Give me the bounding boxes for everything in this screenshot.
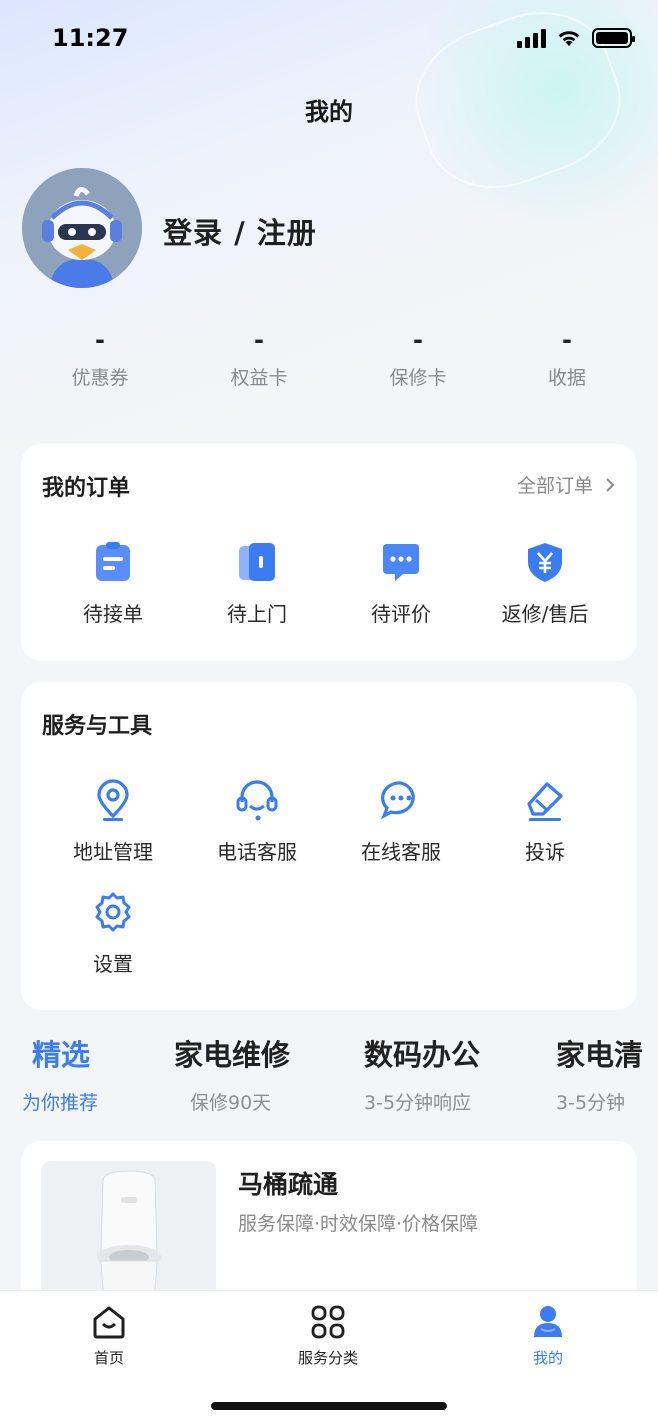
category-name: 家电清 — [556, 1038, 644, 1072]
nav-home[interactable]: 首页 — [49, 1303, 169, 1368]
nav-mine[interactable]: 我的 — [488, 1303, 608, 1368]
order-after-sales[interactable]: 返修/售后 — [475, 540, 615, 627]
nav-label: 服务分类 — [297, 1349, 358, 1367]
chevron-right-icon — [606, 477, 615, 492]
chat-bubble-icon — [383, 544, 419, 581]
product-title: 马桶疏通 — [238, 1170, 339, 1199]
stat-value: - — [413, 326, 423, 354]
order-pending-accept[interactable]: 待接单 — [43, 540, 183, 627]
service-complaint[interactable]: 投诉 — [475, 778, 615, 865]
nav-label: 我的 — [532, 1349, 563, 1367]
services-title: 服务与工具 — [42, 714, 153, 739]
category-name: 家电维修 — [174, 1038, 291, 1072]
stat-coupons[interactable]: - 优惠券 — [20, 325, 180, 390]
orders-card: 我的订单 全部订单 待接单 待上门 待评价 返修/售后 — [21, 444, 637, 661]
order-item-label: 待接单 — [83, 602, 143, 626]
all-orders-label: 全部订单 — [516, 475, 593, 497]
signal-icon — [517, 28, 546, 48]
category-sub: 保修90天 — [190, 1092, 272, 1114]
category-tab-featured[interactable]: 精选 为你推荐 — [22, 1032, 98, 1115]
status-time: 11:27 — [52, 24, 129, 52]
service-online-support[interactable]: 在线客服 — [331, 778, 471, 865]
status-bar: 11:27 — [0, 0, 658, 80]
order-item-label: 待评价 — [371, 602, 431, 626]
service-item-label: 电话客服 — [217, 840, 297, 864]
service-address[interactable]: 地址管理 — [43, 778, 183, 865]
home-icon — [93, 1306, 125, 1339]
battery-icon — [592, 28, 635, 48]
category-name: 数码办公 — [364, 1038, 481, 1072]
stat-value: - — [562, 326, 572, 354]
user-icon — [534, 1306, 562, 1337]
service-settings[interactable]: 设置 — [43, 890, 183, 977]
order-pending-review[interactable]: 待评价 — [331, 540, 471, 627]
login-register-link[interactable]: 登录 / 注册 — [163, 210, 317, 252]
orders-title: 我的订单 — [42, 476, 131, 501]
category-tab-digital-office[interactable]: 数码办公 3-5分钟响应 — [364, 1032, 480, 1115]
category-sub: 3-5分钟响应 — [364, 1092, 472, 1114]
service-phone-support[interactable]: 电话客服 — [187, 778, 327, 865]
mascot-avatar-icon — [22, 168, 142, 288]
yen-shield-icon — [528, 543, 562, 582]
clipboard-icon — [96, 542, 130, 581]
avatar[interactable] — [22, 168, 142, 288]
service-item-label: 在线客服 — [361, 840, 441, 864]
wifi-icon — [558, 31, 580, 46]
eraser-icon — [527, 782, 563, 821]
headset-icon — [236, 780, 278, 821]
status-icons — [517, 28, 635, 48]
stat-value: - — [95, 326, 105, 354]
service-item-label: 地址管理 — [73, 840, 153, 864]
category-tab-appliance-repair[interactable]: 家电维修 保修90天 — [174, 1032, 290, 1115]
stat-warranty-cards[interactable]: - 保修卡 — [338, 325, 498, 390]
order-item-label: 返修/售后 — [501, 602, 589, 626]
all-orders-link[interactable]: 全部订单 — [517, 471, 615, 498]
service-item-label: 投诉 — [525, 840, 565, 864]
stat-label: 权益卡 — [230, 367, 288, 389]
service-item-label: 设置 — [93, 952, 133, 976]
nav-categories[interactable]: 服务分类 — [268, 1303, 388, 1368]
home-indicator — [211, 1402, 447, 1410]
category-sub: 3-5分钟 — [556, 1092, 626, 1114]
order-pending-visit[interactable]: 待上门 — [187, 540, 327, 627]
location-pin-icon — [97, 779, 129, 821]
stat-label: 保修卡 — [389, 367, 447, 389]
stat-label: 收据 — [547, 367, 586, 389]
category-name: 精选 — [32, 1038, 91, 1072]
stat-benefit-cards[interactable]: - 权益卡 — [179, 325, 339, 390]
stat-label: 优惠券 — [71, 367, 129, 389]
chat-dots-icon — [380, 781, 415, 820]
nav-label: 首页 — [93, 1349, 124, 1367]
category-grid-icon — [311, 1305, 345, 1339]
category-sub: 为你推荐 — [22, 1092, 99, 1114]
order-item-label: 待上门 — [227, 602, 287, 626]
stat-receipts[interactable]: - 收据 — [487, 325, 647, 390]
product-tags: 服务保障·时效保障·价格保障 — [238, 1213, 479, 1235]
page-title: 我的 — [305, 98, 353, 126]
category-tab-appliance-cleaning[interactable]: 家电清 3-5分钟 — [556, 1032, 643, 1115]
door-icon — [239, 543, 275, 581]
services-card: 服务与工具 地址管理 电话客服 在线客服 投诉 设置 — [21, 682, 637, 1010]
stat-value: - — [254, 326, 264, 354]
gear-icon — [95, 892, 131, 932]
stats-row: - 优惠券 - 权益卡 - 保修卡 - 收据 — [0, 325, 658, 395]
